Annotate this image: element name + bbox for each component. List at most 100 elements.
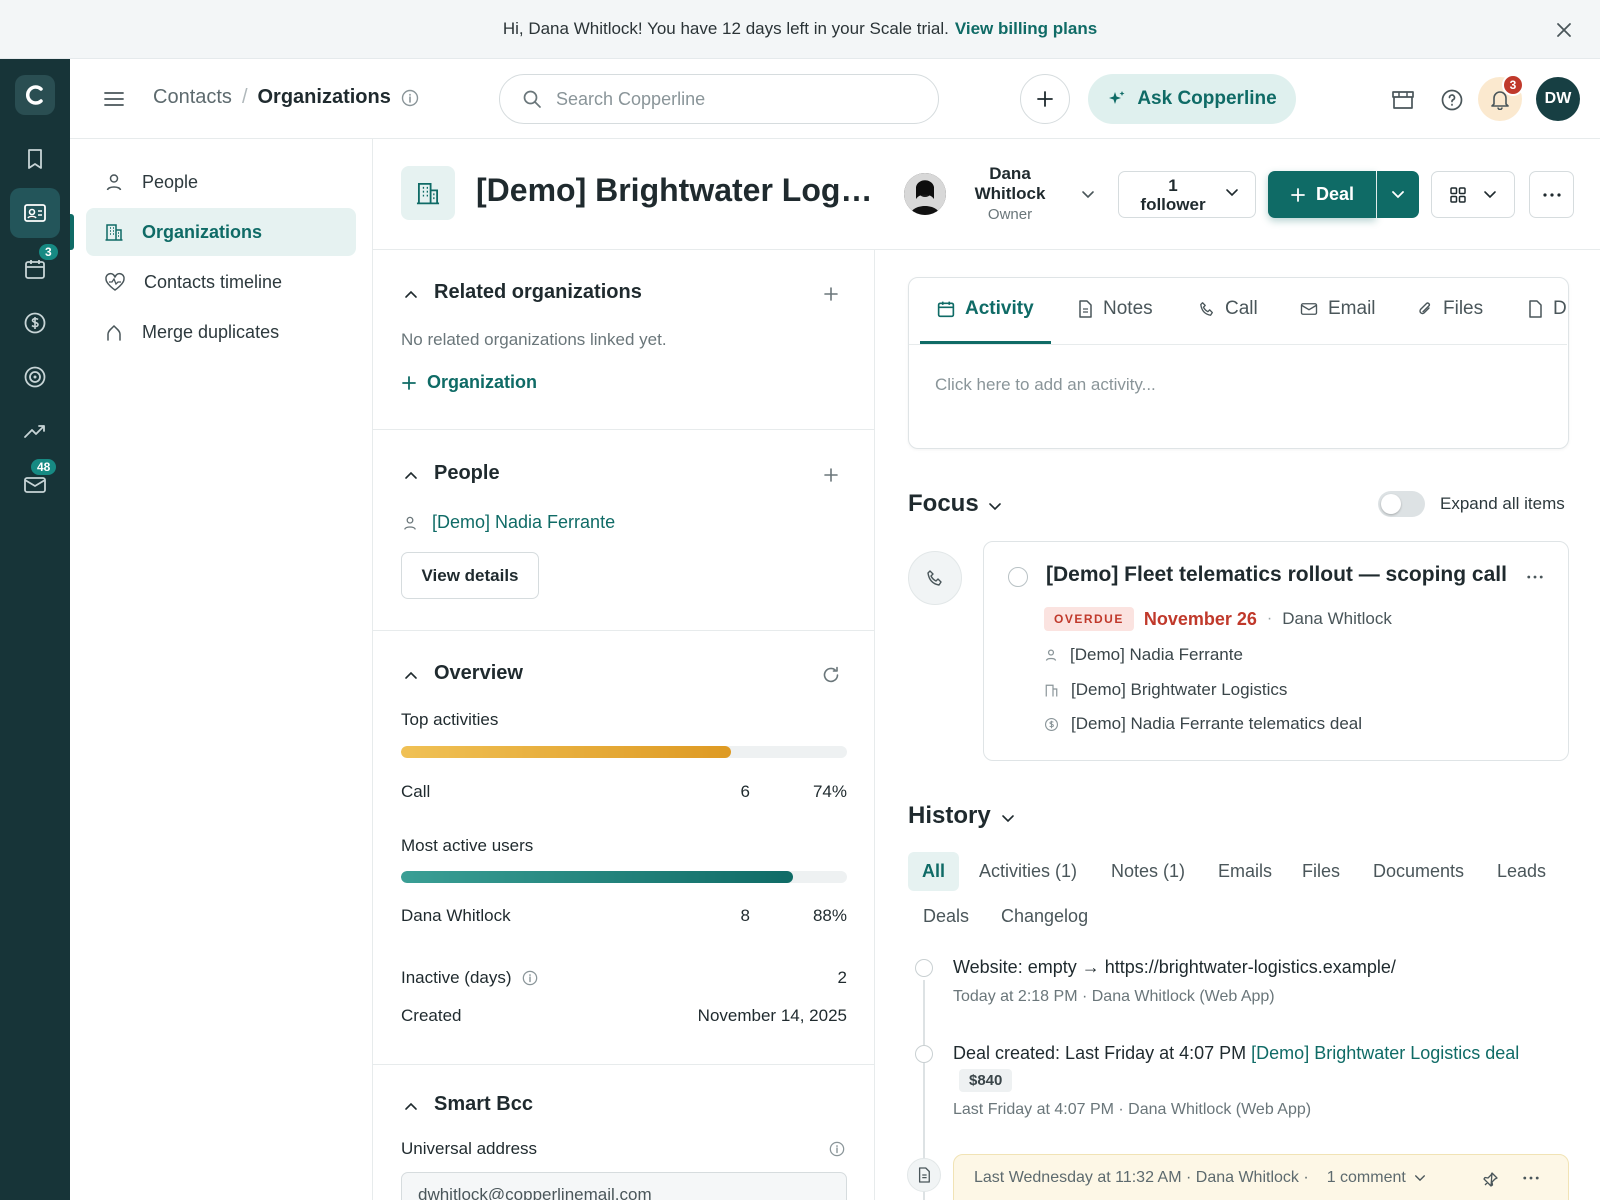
focus-person-row[interactable]: [Demo] Nadia Ferrante — [1044, 645, 1243, 665]
owner-name[interactable]: Dana Whitlock — [962, 164, 1058, 204]
chevron-up-icon[interactable] — [401, 284, 421, 304]
info-icon[interactable] — [828, 1140, 846, 1158]
add-person-icon[interactable] — [821, 465, 841, 485]
person-link[interactable]: [Demo] Nadia Ferrante — [402, 512, 615, 533]
history-tab-emails[interactable]: Emails — [1218, 861, 1272, 882]
nav-label: Merge duplicates — [142, 321, 280, 342]
deal-amount-badge: $840 — [959, 1069, 1013, 1092]
inactive-label: Inactive (days) — [401, 968, 512, 987]
paperclip-icon — [1417, 300, 1433, 318]
comments-toggle[interactable]: 1 comment — [1327, 1169, 1426, 1187]
tab-notes[interactable]: Notes — [1077, 298, 1153, 320]
history-tab-activities[interactable]: Activities (1) — [979, 861, 1077, 882]
focus-title: Focus — [908, 490, 979, 517]
expand-all-toggle[interactable] — [1378, 491, 1425, 517]
ask-copperline-button[interactable]: Ask Copperline — [1088, 74, 1296, 124]
person-name: [Demo] Nadia Ferrante — [432, 512, 616, 532]
search-input[interactable]: Search Copperline — [499, 74, 939, 124]
top-activity-name: Call — [401, 782, 431, 801]
deal-link[interactable]: [Demo] Brightwater Logistics deal — [1251, 1043, 1519, 1063]
document-icon — [1527, 300, 1543, 318]
related-orgs-empty: No related organizations linked yet. — [401, 330, 667, 349]
chevron-up-icon[interactable] — [401, 665, 421, 685]
activity-placeholder[interactable]: Click here to add an activity... — [935, 375, 1156, 395]
add-organization-link[interactable]: Organization — [401, 372, 537, 393]
history-item-deal: Deal created: Last Friday at 4:07 PM [De… — [953, 1043, 1519, 1064]
record-title[interactable]: [Demo] Brightwater Logistics — [476, 172, 876, 209]
nav-item-contacts-timeline[interactable]: Contacts timeline — [86, 258, 356, 306]
history-tab-changelog[interactable]: Changelog — [1001, 906, 1088, 927]
menu-icon[interactable] — [101, 86, 127, 112]
add-related-org-icon[interactable] — [821, 284, 841, 304]
history-tab-files[interactable]: Files — [1302, 861, 1340, 882]
active-nav-indicator — [70, 214, 74, 250]
view-details-button[interactable]: View details — [401, 552, 539, 599]
tab-documents[interactable]: D — [1527, 298, 1567, 320]
rail-contacts[interactable] — [10, 188, 60, 238]
chevron-down-icon — [1483, 190, 1497, 199]
assignee-name[interactable]: Dana Whitlock — [1282, 609, 1392, 629]
info-icon[interactable] — [401, 89, 419, 107]
chevron-up-icon[interactable] — [401, 465, 421, 485]
chevron-up-icon[interactable] — [401, 1096, 421, 1116]
focus-org: [Demo] Brightwater Logistics — [1071, 680, 1288, 699]
bcc-address-field[interactable]: dwhitlock@copperlinemail.com — [401, 1172, 847, 1200]
info-icon[interactable] — [522, 970, 538, 986]
note-card[interactable]: Last Wednesday at 11:32 AM · Dana Whitlo… — [953, 1154, 1569, 1200]
more-actions-button[interactable] — [1529, 171, 1574, 218]
more-icon[interactable] — [1524, 572, 1546, 582]
history-tab-documents[interactable]: Documents — [1373, 861, 1464, 882]
user-avatar[interactable]: DW — [1536, 77, 1580, 121]
marketplace-icon[interactable] — [1389, 86, 1417, 114]
top-activity-percent: 74% — [812, 782, 847, 801]
chevron-down-icon[interactable] — [985, 496, 1005, 516]
app-rail: 3 48 — [0, 59, 70, 1200]
pin-icon[interactable] — [1481, 1169, 1501, 1189]
tab-call[interactable]: Call — [1199, 298, 1258, 320]
view-billing-link[interactable]: View billing plans — [955, 19, 1097, 39]
rail-goals[interactable] — [10, 352, 60, 402]
history-tab-leads[interactable]: Leads — [1497, 861, 1546, 882]
focus-org-row[interactable]: [Demo] Brightwater Logistics — [1044, 680, 1287, 700]
app-logo[interactable] — [15, 75, 55, 115]
rail-bookmark[interactable] — [10, 134, 60, 184]
add-deal-button[interactable]: Deal — [1268, 171, 1376, 218]
comment-count: 1 comment — [1326, 1169, 1406, 1186]
refresh-icon[interactable] — [820, 664, 842, 686]
chevron-down-icon[interactable] — [1078, 184, 1098, 204]
tab-email[interactable]: Email — [1300, 298, 1376, 320]
section-divider — [373, 1064, 875, 1065]
chevron-down-icon[interactable] — [998, 808, 1018, 828]
activity-type-badge — [908, 551, 962, 605]
history-tab-deals[interactable]: Deals — [923, 906, 969, 927]
deal-options-button[interactable] — [1377, 171, 1419, 218]
add-organization-label: Organization — [427, 372, 538, 392]
more-icon[interactable] — [1520, 1171, 1542, 1185]
followers-label: follower — [1140, 195, 1206, 214]
focus-deal-row[interactable]: [Demo] Nadia Ferrante telematics deal — [1044, 714, 1362, 734]
rail-insights[interactable] — [10, 406, 60, 456]
close-icon[interactable] — [1552, 18, 1576, 42]
inactive-row: Inactive (days) — [401, 968, 538, 988]
history-tab-notes[interactable]: Notes (1) — [1111, 861, 1185, 882]
history-tab-all[interactable]: All — [908, 852, 960, 891]
quick-add-button[interactable] — [1020, 74, 1070, 124]
most-active-name: Dana Whitlock — [401, 906, 511, 925]
tab-activity[interactable]: Activity — [937, 298, 1034, 320]
nav-item-organizations[interactable]: Organizations — [86, 208, 356, 256]
nav-item-people[interactable]: People — [86, 158, 356, 206]
focus-activity-title[interactable]: [Demo] Fleet telematics rollout — scopin… — [1046, 563, 1507, 587]
focus-meta-row: OVERDUE November 26 · Dana Whitlock — [1044, 607, 1392, 631]
nav-item-merge-duplicates[interactable]: Merge duplicates — [86, 308, 356, 356]
rail-deals[interactable] — [10, 298, 60, 348]
focus-activity-card[interactable]: [Demo] Fleet telematics rollout — scopin… — [983, 541, 1569, 761]
top-activity-bar — [401, 746, 847, 758]
breadcrumb-contacts[interactable]: Contacts — [153, 86, 232, 109]
merge-icon — [104, 322, 124, 342]
followers-button[interactable]: 1 follower — [1118, 171, 1256, 218]
help-icon[interactable] — [1438, 86, 1466, 114]
layout-switch-button[interactable] — [1431, 171, 1515, 218]
tab-files[interactable]: Files — [1417, 298, 1483, 320]
tab-label: Email — [1328, 298, 1376, 319]
complete-checkbox[interactable] — [1008, 567, 1028, 587]
